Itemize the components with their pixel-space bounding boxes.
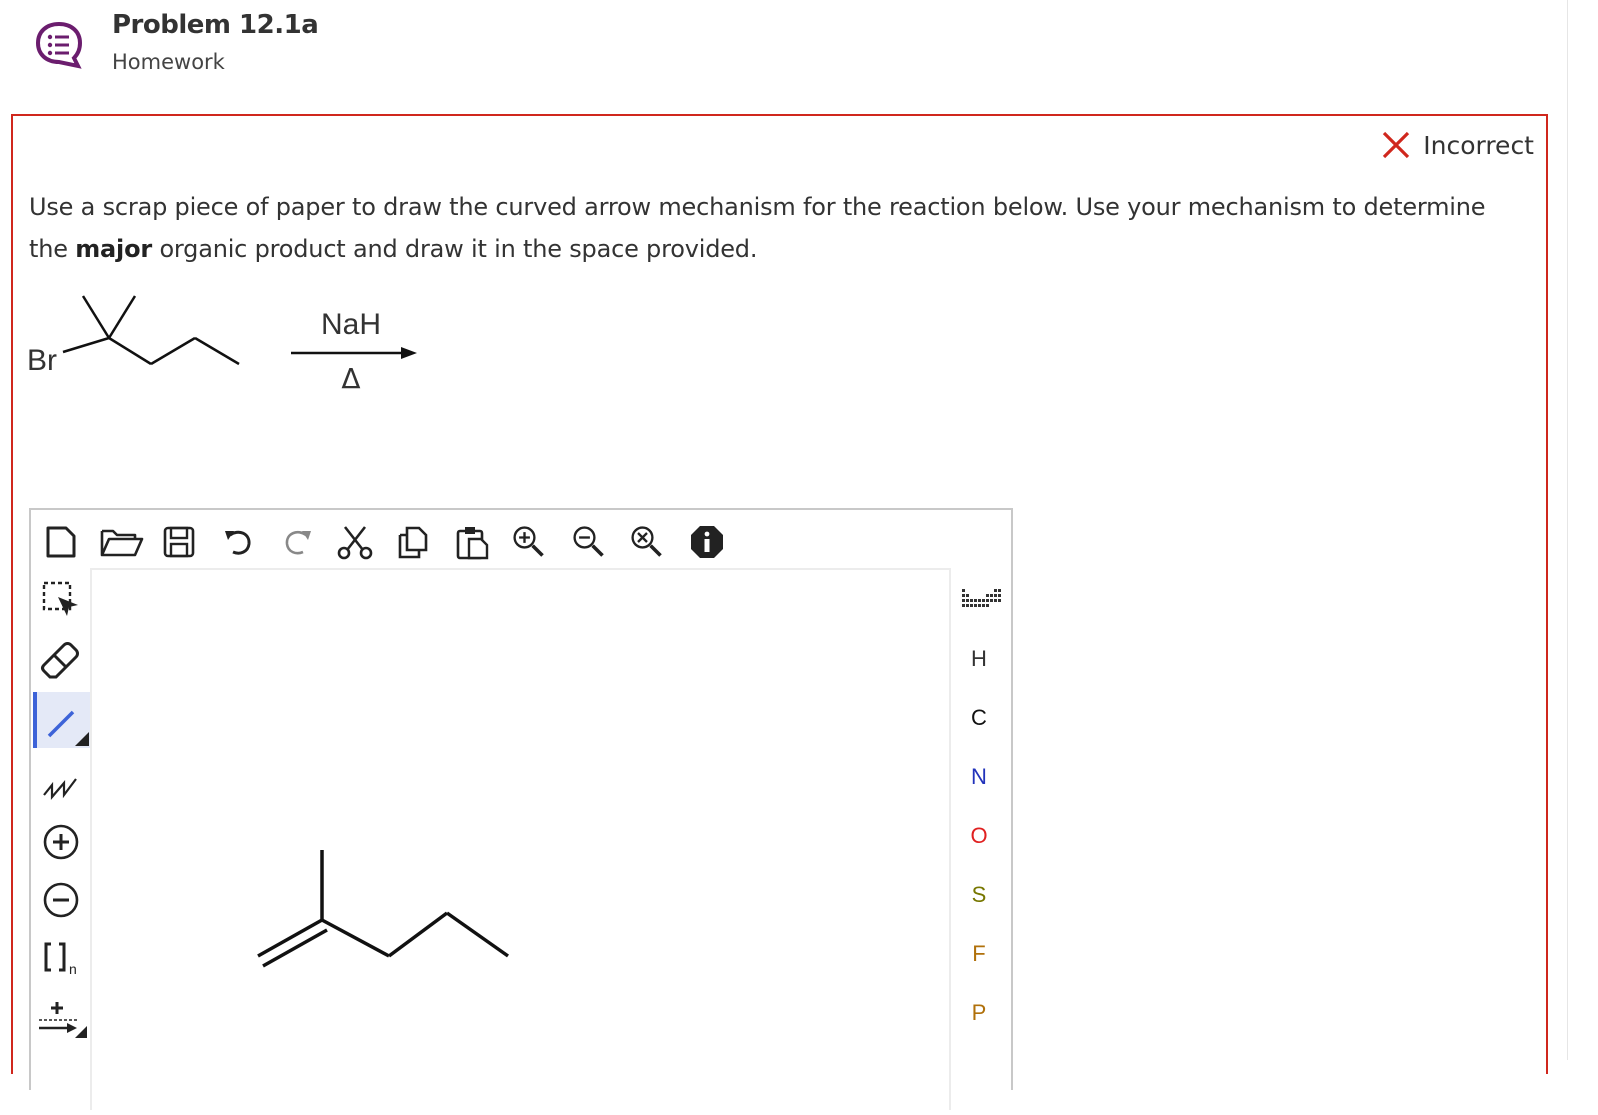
question-text: Use a scrap piece of paper to draw the c…	[29, 186, 1509, 270]
element-h-button[interactable]: H	[949, 646, 1009, 672]
reagent-label: NaH	[321, 308, 381, 341]
reaction-arrow	[291, 347, 417, 359]
editor-toolbar-left: n	[31, 572, 91, 1092]
product-structure	[257, 850, 510, 968]
drawing-canvas[interactable]	[90, 568, 951, 1110]
page-title: Problem 12.1a	[112, 10, 319, 40]
element-s-label: S	[971, 882, 987, 907]
status-label: Incorrect	[1423, 130, 1534, 160]
select-icon[interactable]	[37, 576, 85, 624]
scrollbar[interactable]	[1567, 0, 1598, 1060]
zoom-out-icon[interactable]	[571, 524, 607, 560]
bracket-icon[interactable]: n	[37, 934, 85, 982]
reactant-structure	[62, 295, 240, 366]
copy-icon[interactable]	[395, 524, 431, 560]
info-icon[interactable]	[689, 524, 725, 560]
eraser-icon[interactable]	[37, 634, 85, 682]
zoom-in-icon[interactable]	[511, 524, 547, 560]
undo-icon[interactable]	[221, 524, 257, 560]
charge-plus-icon[interactable]	[37, 818, 85, 866]
arrow-icon[interactable]	[37, 992, 87, 1040]
question-bold: major	[75, 235, 152, 263]
charge-minus-icon[interactable]	[37, 876, 85, 924]
page-header: Problem 12.1a Homework	[0, 0, 1598, 110]
cut-icon[interactable]	[337, 524, 373, 560]
new-document-icon[interactable]	[43, 524, 79, 560]
reaction-scheme: Br NaH Δ	[27, 295, 417, 395]
open-folder-icon[interactable]	[99, 524, 145, 560]
editor-toolbar-top	[31, 510, 1011, 572]
chain-icon[interactable]	[37, 760, 85, 808]
heat-label: Δ	[341, 362, 360, 395]
element-c-button[interactable]: C	[949, 705, 1009, 731]
save-icon[interactable]	[161, 524, 197, 560]
page-subtitle: Homework	[112, 50, 225, 74]
element-p-button[interactable]: P	[949, 1000, 1009, 1026]
element-o-button[interactable]: O	[949, 823, 1009, 849]
structure-editor: n H C N O S F P	[29, 508, 1013, 1110]
question-panel: Incorrect Use a scrap piece of paper to …	[11, 114, 1548, 1110]
element-p-label: P	[971, 1000, 987, 1025]
element-s-button[interactable]: S	[949, 882, 1009, 908]
element-palette: H C N O S F P	[949, 572, 1009, 1092]
status-badge: Incorrect	[1381, 130, 1534, 160]
paste-icon[interactable]	[455, 524, 491, 560]
element-c-label: C	[971, 705, 987, 730]
zoom-reset-icon[interactable]	[629, 524, 665, 560]
element-n-button[interactable]: N	[949, 764, 1009, 790]
element-f-label: F	[972, 941, 986, 966]
periodic-table-icon[interactable]	[961, 586, 1001, 619]
redo-icon[interactable]	[279, 524, 315, 560]
close-icon	[1383, 131, 1410, 159]
single-bond-icon[interactable]	[33, 692, 91, 748]
element-h-label: H	[971, 646, 987, 671]
chat-list-icon	[35, 21, 83, 69]
bracket-subscript: n	[69, 961, 77, 977]
element-f-button[interactable]: F	[949, 941, 1009, 967]
question-part2: organic product and draw it in the space…	[159, 235, 758, 263]
element-n-label: N	[971, 764, 987, 789]
bromine-label: Br	[27, 344, 57, 377]
element-o-label: O	[970, 823, 988, 848]
